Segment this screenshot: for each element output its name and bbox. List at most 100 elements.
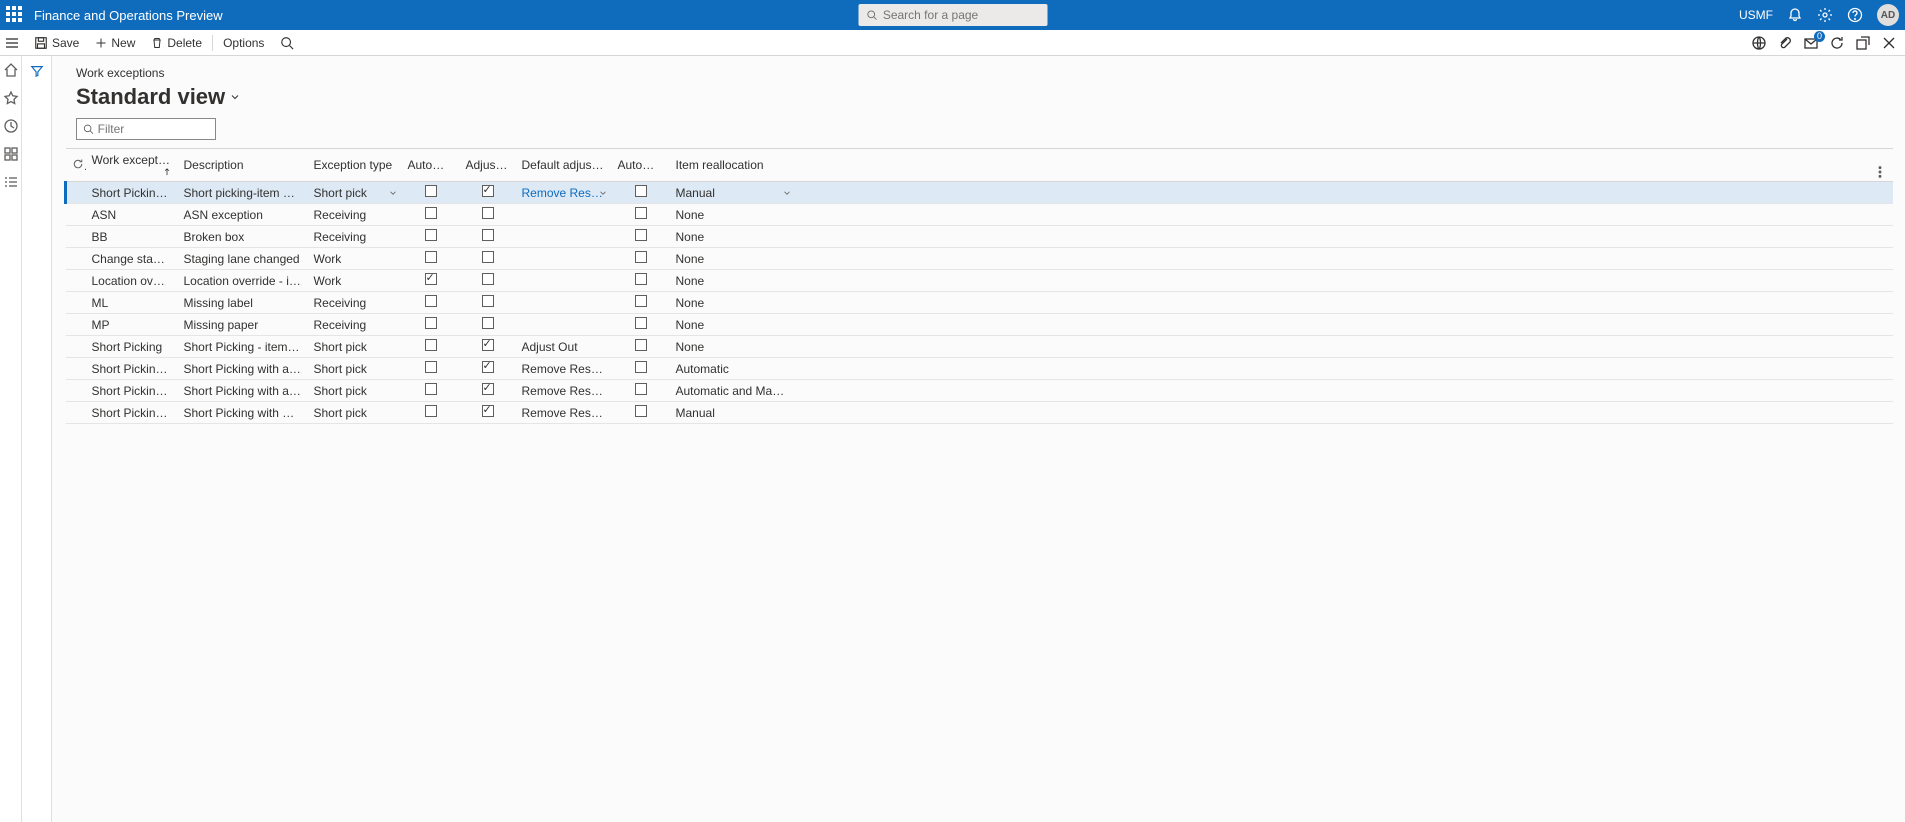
checkbox[interactable] xyxy=(425,185,437,197)
cell-type[interactable]: Receiving xyxy=(308,226,402,248)
row-marker[interactable] xyxy=(66,402,86,424)
cell-realloc[interactable]: None xyxy=(670,226,796,248)
cell-auto2[interactable] xyxy=(612,380,670,402)
options-button[interactable]: Options xyxy=(215,30,272,55)
cell-defadj[interactable]: Adjust Out xyxy=(516,336,612,358)
new-button[interactable]: New xyxy=(87,30,143,55)
cell-adj[interactable] xyxy=(460,358,516,380)
cell-code[interactable]: BB xyxy=(86,226,178,248)
cell-adj[interactable] xyxy=(460,226,516,248)
table-row[interactable]: MLMissing labelReceivingNone xyxy=(66,292,1894,314)
avatar[interactable]: AD xyxy=(1877,4,1899,26)
checkbox[interactable] xyxy=(425,295,437,307)
cell-defadj[interactable]: Remove Res A... xyxy=(516,182,612,204)
cell-adj[interactable] xyxy=(460,402,516,424)
cell-desc[interactable]: Short picking-item not av... xyxy=(178,182,308,204)
checkbox[interactable] xyxy=(635,383,647,395)
app-launcher-icon[interactable] xyxy=(6,6,24,24)
cell-realloc[interactable]: None xyxy=(670,314,796,336)
cell-desc[interactable]: Missing paper xyxy=(178,314,308,336)
cell-auto2[interactable] xyxy=(612,292,670,314)
cell-type[interactable]: Short pick xyxy=(308,358,402,380)
cell-auto2[interactable] xyxy=(612,270,670,292)
checkbox[interactable] xyxy=(425,251,437,263)
cell-realloc[interactable]: None xyxy=(670,336,796,358)
table-row[interactable]: Short PickingShort Picking - item not t.… xyxy=(66,336,1894,358)
cell-code[interactable]: Change staging xyxy=(86,248,178,270)
action-search-button[interactable] xyxy=(272,30,302,55)
checkbox[interactable] xyxy=(482,317,494,329)
checkbox[interactable] xyxy=(635,317,647,329)
global-search[interactable] xyxy=(858,4,1047,26)
cell-adj[interactable] xyxy=(460,248,516,270)
cell-adj[interactable] xyxy=(460,292,516,314)
cell-type[interactable]: Receiving xyxy=(308,204,402,226)
cell-desc[interactable]: Missing label xyxy=(178,292,308,314)
checkbox[interactable] xyxy=(425,207,437,219)
cell-realloc[interactable]: Manual xyxy=(670,182,796,204)
checkbox[interactable] xyxy=(425,273,437,285)
cell-desc[interactable]: Short Picking with manua... xyxy=(178,402,308,424)
table-row[interactable]: Short Picking Ma...Short picking-item no… xyxy=(66,182,1894,204)
table-row[interactable]: BBBroken boxReceivingNone xyxy=(66,226,1894,248)
col-defadj[interactable]: Default adjustment... xyxy=(516,149,612,182)
row-marker[interactable] xyxy=(66,292,86,314)
refresh-icon[interactable] xyxy=(1829,35,1845,51)
company-label[interactable]: USMF xyxy=(1739,8,1773,22)
table-row[interactable]: MPMissing paperReceivingNone xyxy=(66,314,1894,336)
cell-adj[interactable] xyxy=(460,336,516,358)
cell-auto2[interactable] xyxy=(612,336,670,358)
row-marker[interactable] xyxy=(66,204,86,226)
checkbox[interactable] xyxy=(425,317,437,329)
row-marker[interactable] xyxy=(66,380,86,402)
table-row[interactable]: Short Picking Ma...Short Picking with ma… xyxy=(66,402,1894,424)
cell-type[interactable]: Short pick xyxy=(308,402,402,424)
cell-type[interactable]: Short pick xyxy=(308,336,402,358)
cell-auto1[interactable] xyxy=(402,380,460,402)
checkbox[interactable] xyxy=(425,405,437,417)
cell-desc[interactable]: Short Picking with autom... xyxy=(178,380,308,402)
cell-defadj[interactable] xyxy=(516,292,612,314)
cell-auto1[interactable] xyxy=(402,182,460,204)
cell-defadj[interactable] xyxy=(516,248,612,270)
cell-adj[interactable] xyxy=(460,314,516,336)
row-marker[interactable] xyxy=(66,226,86,248)
checkbox[interactable] xyxy=(482,273,494,285)
col-code[interactable]: Work exceptio... xyxy=(86,149,178,182)
cell-code[interactable]: Short Picking Ma... xyxy=(86,402,178,424)
checkbox[interactable] xyxy=(635,229,647,241)
cell-desc[interactable]: Short Picking - item not t... xyxy=(178,336,308,358)
cell-adj[interactable] xyxy=(460,204,516,226)
cell-code[interactable]: MP xyxy=(86,314,178,336)
grid-filter[interactable] xyxy=(76,118,216,140)
checkbox[interactable] xyxy=(425,229,437,241)
cell-defadj[interactable]: Remove Res Adj ... xyxy=(516,402,612,424)
checkbox[interactable] xyxy=(482,185,494,197)
checkbox[interactable] xyxy=(635,273,647,285)
checkbox[interactable] xyxy=(425,383,437,395)
view-title[interactable]: Standard view xyxy=(64,84,1893,110)
cell-type[interactable]: Receiving xyxy=(308,292,402,314)
checkbox[interactable] xyxy=(635,207,647,219)
cell-auto1[interactable] xyxy=(402,402,460,424)
cell-auto1[interactable] xyxy=(402,292,460,314)
cell-auto1[interactable] xyxy=(402,358,460,380)
cell-defadj[interactable]: Remove Res Adj ... xyxy=(516,380,612,402)
global-search-input[interactable] xyxy=(883,8,1039,22)
row-marker[interactable] xyxy=(66,314,86,336)
bell-icon[interactable] xyxy=(1787,7,1803,23)
checkbox[interactable] xyxy=(482,339,494,351)
checkbox[interactable] xyxy=(425,361,437,373)
cell-desc[interactable]: Staging lane changed xyxy=(178,248,308,270)
help-icon[interactable] xyxy=(1847,7,1863,23)
star-icon[interactable] xyxy=(3,90,19,106)
notification-icon[interactable]: 0 xyxy=(1803,35,1819,51)
cell-auto2[interactable] xyxy=(612,314,670,336)
checkbox[interactable] xyxy=(482,295,494,307)
cell-realloc[interactable]: Automatic xyxy=(670,358,796,380)
table-row[interactable]: ASNASN exceptionReceivingNone xyxy=(66,204,1894,226)
select-all-header[interactable] xyxy=(66,149,86,182)
cell-type[interactable]: Short pick xyxy=(308,380,402,402)
cell-desc[interactable]: Short Picking with autom... xyxy=(178,358,308,380)
delete-button[interactable]: Delete xyxy=(143,30,210,55)
